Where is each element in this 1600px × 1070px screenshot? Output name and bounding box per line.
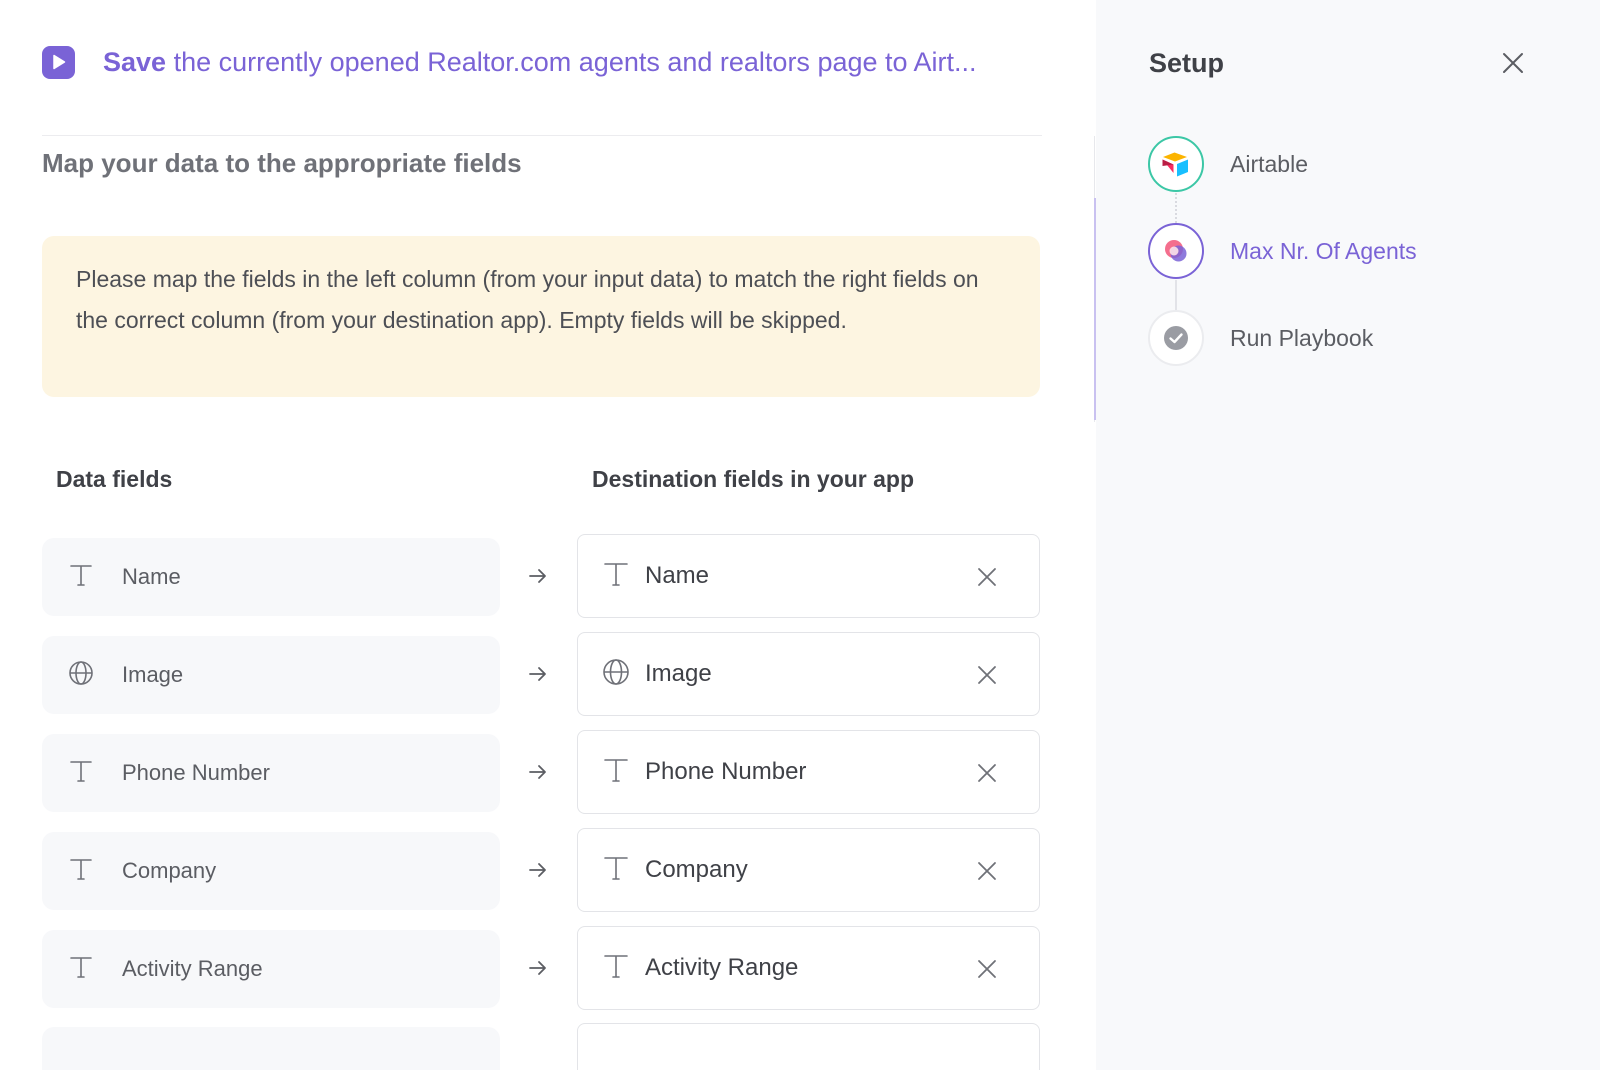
source-field-label: Image xyxy=(122,662,184,687)
destination-field[interactable]: Company xyxy=(577,828,1040,912)
source-field-label: Activity Range xyxy=(122,956,263,981)
clear-field-button[interactable] xyxy=(976,958,998,980)
close-icon xyxy=(978,568,996,586)
setup-step-max-agents[interactable]: Max Nr. Of Agents xyxy=(1148,223,1568,279)
text-type-icon xyxy=(68,562,94,593)
close-icon xyxy=(978,666,996,684)
close-button[interactable] xyxy=(1500,50,1526,76)
setup-step-run-playbook[interactable]: Run Playbook xyxy=(1148,310,1568,366)
arrow-right-icon xyxy=(528,958,548,983)
text-type-icon xyxy=(68,954,94,985)
arrow-right-icon xyxy=(528,860,548,885)
source-field-label: Company xyxy=(122,858,217,883)
source-field xyxy=(42,1027,500,1070)
setup-panel: Setup Airtable Max Nr. Of Agents Run Pla… xyxy=(1094,0,1600,1070)
arrow-right-icon xyxy=(528,566,548,591)
destination-field[interactable]: Phone Number xyxy=(577,730,1040,814)
clear-field-button[interactable] xyxy=(976,566,998,588)
source-field-label: Phone Number xyxy=(122,760,270,785)
step-connector xyxy=(1175,193,1177,223)
data-fields-heading: Data fields xyxy=(56,466,173,492)
destination-field-label: Name xyxy=(645,562,710,589)
setup-title: Setup xyxy=(1149,48,1225,78)
playbook-description: the currently opened Realtor.com agents … xyxy=(166,46,977,77)
destination-field-label: Image xyxy=(645,660,712,687)
step-label: Max Nr. Of Agents xyxy=(1230,237,1417,264)
globe-icon xyxy=(602,658,630,691)
clear-field-button[interactable] xyxy=(976,664,998,686)
destination-fields-heading: Destination fields in your app xyxy=(592,466,915,492)
setup-step-airtable[interactable]: Airtable xyxy=(1148,136,1568,192)
step-label: Airtable xyxy=(1230,150,1308,177)
mapping-row: Phone Number Phone Number xyxy=(42,730,1040,814)
destination-field-label: Company xyxy=(645,856,748,883)
close-icon xyxy=(978,960,996,978)
text-type-icon xyxy=(602,560,630,593)
mapping-row: Name Name xyxy=(42,534,1040,618)
mapping-row: Company Company xyxy=(42,828,1040,912)
text-type-icon xyxy=(602,756,630,789)
destination-field[interactable]: Name xyxy=(577,534,1040,618)
text-type-icon xyxy=(68,856,94,887)
arrow-right-icon xyxy=(528,664,548,689)
playbook-action: Save xyxy=(103,46,167,77)
source-field: Company xyxy=(42,832,500,910)
playbook-title: Save the currently opened Realtor.com ag… xyxy=(103,47,977,78)
source-field: Phone Number xyxy=(42,734,500,812)
step-status-pending xyxy=(1148,310,1204,366)
play-icon[interactable] xyxy=(42,45,75,79)
main-panel: Save the currently opened Realtor.com ag… xyxy=(0,0,1096,1070)
close-icon xyxy=(978,862,996,880)
mapping-notice: Please map the fields in the left column… xyxy=(42,236,1040,397)
destination-field-label: Phone Number xyxy=(645,758,807,785)
destination-field[interactable]: Image xyxy=(577,632,1040,716)
close-icon xyxy=(1503,53,1523,73)
check-circle-icon xyxy=(1164,326,1188,350)
destination-field[interactable]: Activity Range xyxy=(577,926,1040,1010)
playbook-header: Save the currently opened Realtor.com ag… xyxy=(42,44,1042,80)
app-window: Save the currently opened Realtor.com ag… xyxy=(0,0,1600,1070)
agents-icon xyxy=(1165,240,1187,262)
globe-icon xyxy=(68,660,94,691)
section-title: Map your data to the appropriate fields xyxy=(42,148,522,178)
destination-field-label: Activity Range xyxy=(645,954,799,981)
step-status-active xyxy=(1148,223,1204,279)
airtable-logo-icon xyxy=(1162,152,1188,177)
destination-field[interactable] xyxy=(577,1023,1040,1070)
source-field: Name xyxy=(42,538,500,616)
mapping-row: Activity Range Activity Range xyxy=(42,926,1040,1010)
mapping-row: Image Image xyxy=(42,632,1040,716)
close-icon xyxy=(978,764,996,782)
arrow-right-icon xyxy=(528,762,548,787)
text-type-icon xyxy=(68,758,94,789)
source-field: Image xyxy=(42,636,500,714)
clear-field-button[interactable] xyxy=(976,762,998,784)
active-step-indicator xyxy=(1094,198,1096,420)
step-label: Run Playbook xyxy=(1230,324,1374,351)
source-field: Activity Range xyxy=(42,930,500,1008)
step-connector xyxy=(1175,280,1177,310)
step-status-done xyxy=(1148,136,1204,192)
text-type-icon xyxy=(602,854,630,887)
mapping-row xyxy=(42,1023,1040,1070)
header-divider xyxy=(42,135,1042,136)
source-field-label: Name xyxy=(122,564,181,589)
clear-field-button[interactable] xyxy=(976,860,998,882)
text-type-icon xyxy=(602,952,630,985)
